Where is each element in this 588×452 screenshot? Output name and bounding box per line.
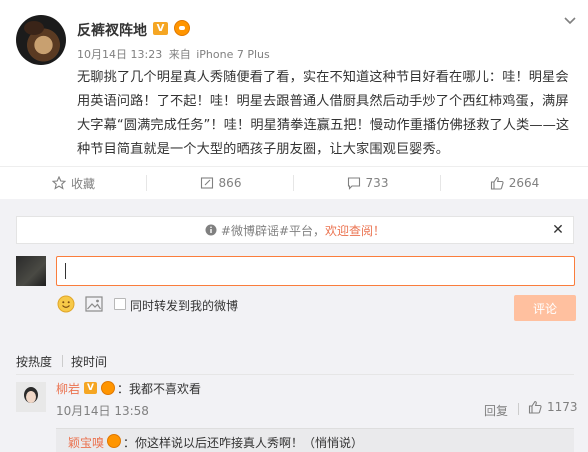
repost-count: 866: [218, 176, 242, 190]
favorite-button[interactable]: 收藏: [0, 167, 147, 199]
vip-badge-icon: [107, 434, 121, 448]
comment-area: #微博辟谣#平台， 欢迎查阅！ ✕ 同时转发到我的微博 评论 按热度 按时间 柳…: [0, 199, 588, 452]
verified-badge-icon: V: [153, 22, 168, 35]
sub-reply: 颖宝嗅 ：你这样说以后还咋接真人秀啊！（悄悄说）: [56, 428, 574, 452]
post-meta: 10月14日 13:23 来自 iPhone 7 Plus: [77, 46, 270, 62]
divider: [16, 374, 574, 375]
comment-button[interactable]: 733: [294, 167, 441, 199]
verified-badge-icon: V: [84, 382, 97, 394]
comment-sort-bar: 按热度 按时间: [0, 347, 588, 375]
favorite-label: 收藏: [70, 176, 95, 191]
repost-icon: [200, 177, 213, 189]
sub-reply-name[interactable]: 颖宝嗅: [68, 434, 104, 451]
comment-like-button[interactable]: 1173: [528, 400, 578, 414]
my-avatar: [16, 256, 46, 286]
reply-button[interactable]: 回复: [484, 402, 508, 419]
submit-comment-button[interactable]: 评论: [514, 295, 576, 321]
post-text: 无聊挑了几个明星真人秀随便看了看，实在不知道这种节目好看在哪儿：哇！明星会用英语…: [77, 70, 570, 157]
repost-button[interactable]: 866: [147, 167, 294, 199]
image-icon[interactable]: [85, 296, 103, 312]
like-count: 2664: [508, 176, 540, 190]
repost-checkbox[interactable]: [114, 298, 126, 310]
post-action-bar: 收藏 866 733 2664: [0, 166, 588, 198]
text-caret: [65, 263, 66, 279]
notice-tag: #微博辟谣#平台，: [220, 223, 326, 238]
comment-count: 733: [365, 176, 389, 190]
sub-reply-text: ：你这样说以后还咋接真人秀啊！（悄悄说）: [123, 436, 364, 450]
post-date[interactable]: 10月14日 13:23: [77, 48, 162, 61]
comment-text: ：我都不喜欢看: [117, 382, 202, 396]
sort-by-time-tab[interactable]: 按时间: [71, 353, 107, 370]
repost-checkbox-label[interactable]: 同时转发到我的微博: [130, 297, 238, 314]
post-device: iPhone 7 Plus: [196, 48, 270, 61]
commenter-avatar[interactable]: [16, 382, 46, 412]
post-from-label: 来自: [168, 48, 191, 61]
author-avatar[interactable]: [16, 15, 66, 65]
author-name[interactable]: 反裤衩阵地: [77, 20, 147, 40]
notice-link[interactable]: 欢迎查阅！: [325, 222, 385, 239]
commenter-name[interactable]: 柳岩: [56, 380, 80, 397]
thumbs-up-icon: [490, 176, 504, 190]
rumor-notice: #微博辟谣#平台， 欢迎查阅！ ✕: [16, 216, 574, 244]
sort-by-hot-tab[interactable]: 按热度: [16, 353, 52, 370]
info-icon: [205, 224, 217, 236]
vip-badge-icon: [174, 20, 190, 36]
star-icon: [51, 176, 66, 190]
thumbs-up-icon: [528, 400, 542, 414]
comment-icon: [347, 177, 360, 190]
comment-input[interactable]: [56, 256, 575, 286]
comment-date: 10月14日 13:58: [56, 404, 149, 418]
vip-badge-icon: [101, 381, 115, 395]
like-button[interactable]: 2664: [441, 167, 588, 199]
close-icon[interactable]: ✕: [551, 223, 565, 237]
post-header: 反裤衩阵地 V 10月14日 13:23 来自 iPhone 7 Plus: [0, 0, 588, 68]
emoji-icon[interactable]: [57, 295, 75, 313]
chevron-down-icon[interactable]: [563, 14, 577, 28]
comment-like-count: 1173: [547, 400, 578, 414]
